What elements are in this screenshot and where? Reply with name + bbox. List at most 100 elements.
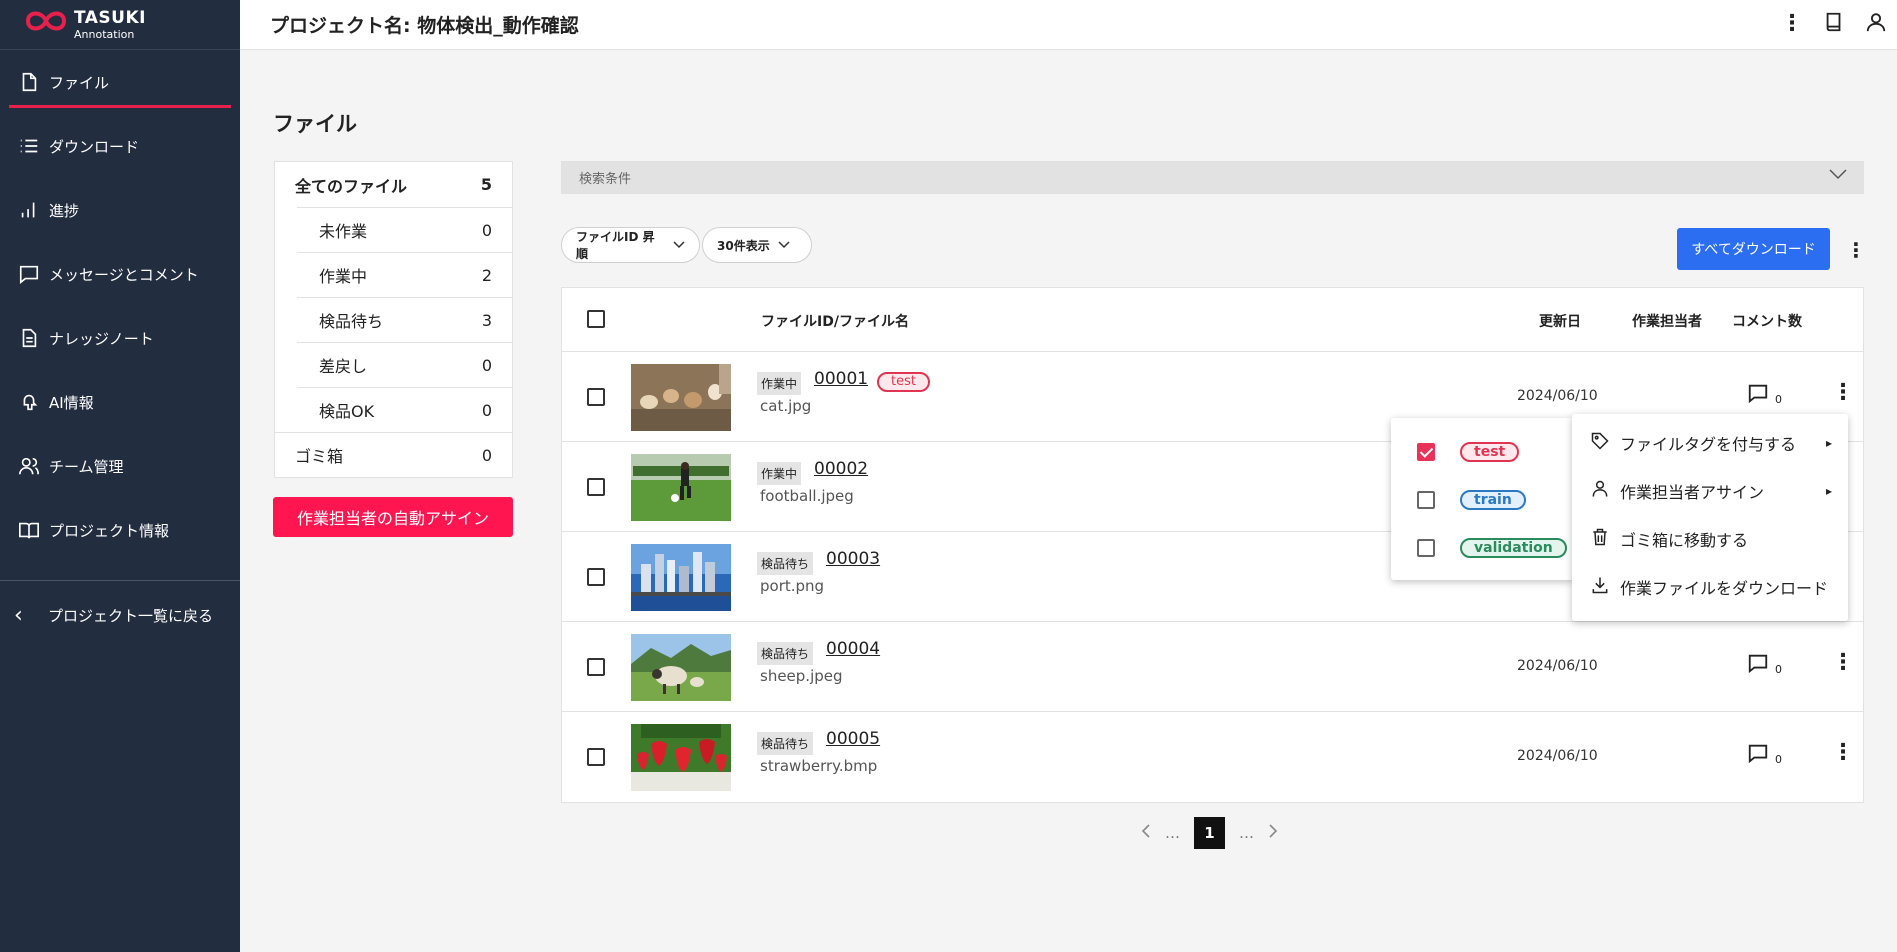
summary-row-in-progress[interactable]: 作業中 2 bbox=[297, 252, 512, 297]
page-button-current[interactable]: 1 bbox=[1194, 817, 1225, 849]
updated-date: 2024/06/10 bbox=[1517, 658, 1598, 674]
summary-row-all[interactable]: 全てのファイル 5 bbox=[275, 162, 512, 207]
manual-book-icon[interactable] bbox=[1823, 10, 1845, 38]
row-checkbox[interactable] bbox=[587, 568, 605, 586]
tag-option-validation[interactable]: validation bbox=[1417, 538, 1567, 558]
select-all-checkbox[interactable] bbox=[587, 310, 605, 328]
sidebar-item-label: ダウンロード bbox=[49, 137, 140, 156]
download-all-button[interactable]: すべてダウンロード bbox=[1677, 228, 1830, 270]
summary-row-awaiting-inspection[interactable]: 検品待ち 3 bbox=[297, 297, 512, 342]
summary-row-trash[interactable]: ゴミ箱 0 bbox=[275, 432, 512, 477]
file-id-link[interactable]: 00005 bbox=[826, 729, 880, 749]
back-to-projects-link[interactable]: ‹ プロジェクト一覧に戻る bbox=[0, 581, 240, 649]
table-row[interactable]: 検品待ち 00005 strawberry.bmp 2024/06/10 0 ⋮ bbox=[562, 712, 1863, 802]
summary-row-untouched[interactable]: 未作業 0 bbox=[297, 207, 512, 252]
file-name: strawberry.bmp bbox=[760, 757, 878, 775]
row-checkbox[interactable] bbox=[587, 478, 605, 496]
more-vert-icon[interactable]: ⋮ bbox=[1781, 13, 1803, 35]
column-header-comments[interactable]: コメント数 bbox=[1732, 311, 1802, 331]
status-badge: 作業中 bbox=[757, 372, 802, 395]
file-name: football.jpeg bbox=[760, 487, 854, 505]
trash-icon bbox=[1590, 526, 1612, 552]
row-more-icon[interactable]: ⋮ bbox=[1832, 650, 1854, 675]
column-header-file-id[interactable]: ファイルID/ファイル名 bbox=[761, 311, 909, 331]
file-id-link[interactable]: 00001 bbox=[814, 369, 868, 389]
tag-option-test[interactable]: test bbox=[1417, 442, 1520, 462]
row-checkbox[interactable] bbox=[587, 748, 605, 766]
file-id-link[interactable]: 00002 bbox=[814, 459, 868, 479]
tag-pill: train bbox=[1460, 490, 1526, 510]
comment-count[interactable]: 0 bbox=[1747, 742, 1782, 766]
summary-row-inspection-ok[interactable]: 検品OK 0 bbox=[297, 387, 512, 432]
more-vert-icon[interactable]: ⋮ bbox=[1846, 238, 1866, 262]
tasuki-logo-icon bbox=[25, 11, 67, 30]
file-status-summary: 全てのファイル 5 未作業 0 作業中 2 検品待ち 3 差戻し 0 検品OK 0 ゴミ箱 0 bbox=[274, 161, 513, 478]
search-conditions-panel[interactable]: 検索条件 bbox=[561, 161, 1864, 194]
summary-label: 未作業 bbox=[319, 222, 368, 241]
column-header-updated[interactable]: 更新日 bbox=[1539, 311, 1581, 331]
table-row[interactable]: 検品待ち 00004 sheep.jpeg 2024/06/10 0 ⋮ bbox=[562, 622, 1863, 712]
tag-icon bbox=[1590, 430, 1612, 456]
updated-date: 2024/06/10 bbox=[1517, 388, 1598, 404]
logo[interactable]: TASUKI Annotation bbox=[0, 0, 240, 50]
row-checkbox[interactable] bbox=[587, 388, 605, 406]
sidebar-item-files[interactable]: ファイル bbox=[0, 50, 240, 114]
sort-select[interactable]: ファイルID 昇順 bbox=[561, 227, 700, 263]
thumbnail-cat[interactable] bbox=[631, 364, 731, 431]
book-icon bbox=[18, 519, 40, 541]
column-header-assignee[interactable]: 作業担当者 bbox=[1632, 311, 1702, 331]
thumbnail-sheep[interactable] bbox=[631, 634, 731, 701]
pagination-ellipsis: … bbox=[1165, 824, 1180, 842]
sidebar-item-project-info[interactable]: プロジェクト情報 bbox=[0, 498, 240, 562]
menu-item-move-to-trash[interactable]: ゴミ箱に移動する bbox=[1590, 526, 1840, 552]
sidebar-item-label: ファイル bbox=[49, 73, 110, 92]
sidebar-item-team[interactable]: チーム管理 bbox=[0, 434, 240, 498]
summary-label: ゴミ箱 bbox=[295, 447, 344, 466]
summary-label: 検品OK bbox=[319, 402, 375, 421]
menu-item-download-work-file[interactable]: 作業ファイルをダウンロード bbox=[1590, 574, 1840, 600]
menu-item-assign-worker[interactable]: 作業担当者アサイン ▸ bbox=[1590, 478, 1840, 504]
file-id-link[interactable]: 00003 bbox=[826, 549, 880, 569]
tag-checkbox[interactable] bbox=[1417, 539, 1435, 557]
row-more-icon[interactable]: ⋮ bbox=[1832, 740, 1854, 765]
thumbnail-strawberry[interactable] bbox=[631, 724, 731, 791]
chevron-down-icon[interactable] bbox=[1828, 167, 1848, 185]
per-page-select[interactable]: 30件表示 bbox=[702, 227, 812, 263]
file-id-link[interactable]: 00004 bbox=[826, 639, 880, 659]
summary-label: 差戻し bbox=[319, 357, 368, 376]
thumbnail-port[interactable] bbox=[631, 544, 731, 611]
menu-item-label: ゴミ箱に移動する bbox=[1620, 531, 1749, 550]
sidebar-item-messages[interactable]: メッセージとコメント bbox=[0, 242, 240, 306]
prev-page-icon[interactable] bbox=[1141, 824, 1151, 842]
row-checkbox[interactable] bbox=[587, 658, 605, 676]
download-icon bbox=[1590, 574, 1612, 600]
page-title: ファイル bbox=[273, 112, 357, 136]
status-badge: 検品待ち bbox=[757, 552, 814, 575]
sidebar-item-ai[interactable]: AI情報 bbox=[0, 370, 240, 434]
chevron-down-icon bbox=[673, 238, 685, 252]
sidebar-item-progress[interactable]: 進捗 bbox=[0, 178, 240, 242]
comment-count[interactable]: 0 bbox=[1747, 382, 1782, 406]
comment-icon bbox=[1748, 744, 1768, 764]
sidebar-item-download[interactable]: ダウンロード bbox=[0, 114, 240, 178]
auto-assign-button[interactable]: 作業担当者の自動アサイン bbox=[273, 497, 513, 537]
summary-row-returned[interactable]: 差戻し 0 bbox=[297, 342, 512, 387]
row-more-icon[interactable]: ⋮ bbox=[1832, 380, 1854, 405]
updated-date: 2024/06/10 bbox=[1517, 748, 1598, 764]
status-badge: 検品待ち bbox=[757, 642, 814, 665]
comment-count[interactable]: 0 bbox=[1747, 652, 1782, 676]
menu-item-add-tag[interactable]: ファイルタグを付与する ▸ bbox=[1590, 430, 1840, 456]
next-page-icon[interactable] bbox=[1268, 824, 1278, 842]
tag-checkbox[interactable] bbox=[1417, 443, 1435, 461]
submenu-arrow-icon: ▸ bbox=[1825, 436, 1832, 450]
tag-checkbox[interactable] bbox=[1417, 491, 1435, 509]
search-conditions-label: 検索条件 bbox=[579, 172, 632, 187]
sidebar-item-knowledge[interactable]: ナレッジノート bbox=[0, 306, 240, 370]
summary-count: 0 bbox=[481, 445, 492, 465]
person-icon bbox=[1590, 478, 1612, 504]
tag-option-train[interactable]: train bbox=[1417, 490, 1526, 510]
thumbnail-football[interactable] bbox=[631, 454, 731, 521]
user-icon[interactable] bbox=[1865, 10, 1887, 38]
file-name: cat.jpg bbox=[760, 397, 812, 415]
table-header: ファイルID/ファイル名 更新日 作業担当者 コメント数 bbox=[562, 288, 1863, 352]
